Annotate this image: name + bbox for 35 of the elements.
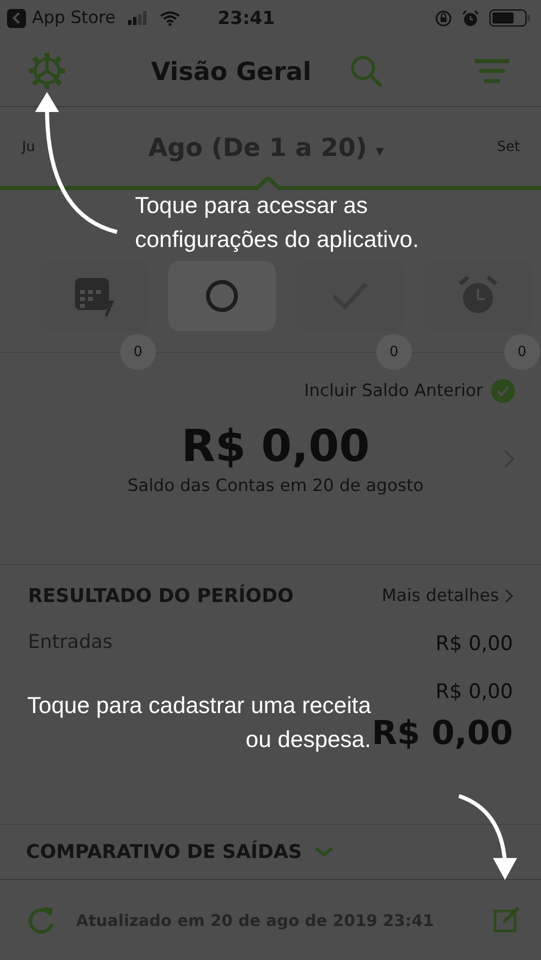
count-badge: 0 <box>120 334 156 370</box>
result-total: R$ 0,00 <box>372 713 513 752</box>
screen-title: Visão Geral <box>151 56 312 86</box>
chevron-right-icon[interactable] <box>505 589 513 603</box>
tooltip-text: Toque para cadastrar uma receita ou despesa. <box>27 691 371 754</box>
refresh-icon[interactable] <box>26 904 56 936</box>
filter-icon[interactable] <box>475 58 509 84</box>
balance-amount: R$ 0,00 <box>181 421 370 472</box>
include-previous-label: Incluir Saldo Anterior <box>304 381 483 401</box>
rotation-lock-icon <box>435 10 452 26</box>
section-title: RESULTADO DO PERÍODO <box>28 585 294 607</box>
previous-month-tab[interactable]: Ju <box>22 139 36 155</box>
tooltip-text: Toque para acessar as configurações do aplicativo. <box>135 191 419 254</box>
alarm-icon <box>462 10 479 26</box>
balance-caption: Saldo das Contas em 20 de agosto <box>127 476 424 496</box>
search-icon[interactable] <box>349 54 384 88</box>
compose-icon[interactable] <box>493 906 521 934</box>
status-time: 23:41 <box>218 8 275 28</box>
wifi-icon <box>160 10 180 26</box>
next-month-tab[interactable]: Set <box>496 139 520 155</box>
include-checkbox[interactable] <box>491 379 515 403</box>
count-badge: 0 <box>376 334 412 370</box>
signal-icon <box>128 11 148 25</box>
more-details-link[interactable]: Mais detalhes <box>382 586 499 606</box>
section-title: COMPARATIVO DE SAÍDAS <box>26 841 302 863</box>
battery-icon <box>489 9 531 27</box>
chevron-down-icon[interactable] <box>314 846 334 858</box>
count-badge: 0 <box>504 334 540 370</box>
check-icon <box>496 385 510 397</box>
summary-card[interactable] <box>168 261 276 331</box>
row-value: R$ 0,00 <box>435 631 513 655</box>
back-icon[interactable] <box>7 8 26 28</box>
settings-icon[interactable] <box>28 52 66 90</box>
row-value: R$ 0,00 <box>435 679 513 703</box>
back-label[interactable]: App Store <box>32 8 116 28</box>
